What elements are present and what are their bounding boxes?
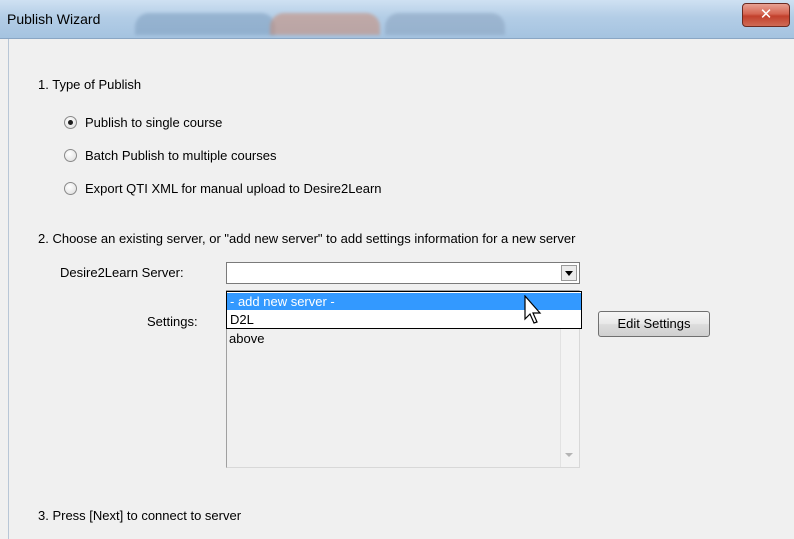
- edit-settings-button[interactable]: Edit Settings: [598, 311, 710, 337]
- radio-label[interactable]: Batch Publish to multiple courses: [85, 148, 276, 163]
- background-tab-ghost: [135, 13, 275, 35]
- scroll-down-icon[interactable]: [565, 453, 573, 457]
- section-1-heading: 1. Type of Publish: [38, 77, 142, 92]
- radio-selected-dot: [68, 120, 73, 125]
- chevron-down-icon[interactable]: [561, 265, 577, 281]
- title-bar: Publish Wizard ✕: [0, 0, 794, 39]
- close-button[interactable]: ✕: [742, 3, 790, 27]
- radio-button[interactable]: [64, 182, 77, 195]
- close-icon: ✕: [759, 5, 773, 23]
- server-label: Desire2Learn Server:: [60, 265, 184, 280]
- radio-button[interactable]: [64, 116, 77, 129]
- background-tab-ghost: [385, 13, 505, 35]
- radio-label[interactable]: Export QTI XML for manual upload to Desi…: [85, 181, 382, 196]
- window-title: Publish Wizard: [7, 11, 101, 27]
- settings-text: above: [229, 331, 265, 346]
- server-combobox[interactable]: [226, 262, 580, 284]
- settings-label: Settings:: [147, 314, 198, 329]
- radio-label[interactable]: Publish to single course: [85, 115, 222, 130]
- section-2-heading: 2. Choose an existing server, or "add ne…: [38, 231, 576, 246]
- radio-button[interactable]: [64, 149, 77, 162]
- section-3-heading: 3. Press [Next] to connect to server: [38, 508, 242, 523]
- mouse-pointer-icon: [524, 295, 542, 324]
- background-tab-ghost: [270, 13, 380, 35]
